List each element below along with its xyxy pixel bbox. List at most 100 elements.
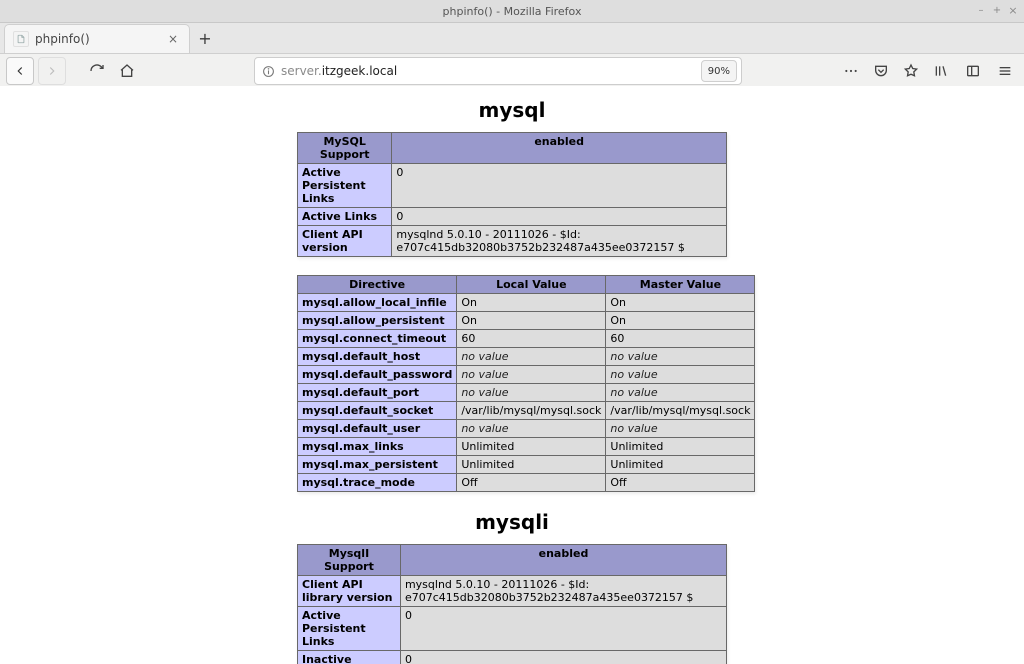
table-row: mysql.default_userno valueno value xyxy=(298,420,755,438)
bookmark-star-button[interactable] xyxy=(898,58,924,84)
table-cell-value: mysqlnd 5.0.10 - 20111026 - $Id: e707c41… xyxy=(400,576,726,607)
table-cell-value: mysqlnd 5.0.10 - 20111026 - $Id: e707c41… xyxy=(392,226,727,257)
table-cell-key: Active Links xyxy=(298,208,392,226)
table-cell-key: Active Persistent Links xyxy=(298,164,392,208)
table-cell-directive: mysql.default_port xyxy=(298,384,457,402)
table-row: mysql.default_hostno valueno value xyxy=(298,348,755,366)
table-header-enabled: enabled xyxy=(400,545,726,576)
table-row: mysql.allow_local_infileOnOn xyxy=(298,294,755,312)
table-cell-master: Unlimited xyxy=(606,438,755,456)
sidebars-button[interactable] xyxy=(960,58,986,84)
table-cell-local: no value xyxy=(457,420,606,438)
table-cell-master: no value xyxy=(606,348,755,366)
reload-button[interactable] xyxy=(84,58,110,84)
table-row: Client API versionmysqlnd 5.0.10 - 20111… xyxy=(298,226,727,257)
table-cell-value: 0 xyxy=(400,651,726,664)
table-row: Client API library versionmysqlnd 5.0.10… xyxy=(298,576,727,607)
table-cell-master: no value xyxy=(606,384,755,402)
table-row: Active Persistent Links0 xyxy=(298,607,727,651)
navigation-toolbar: server.itzgeek.local 90% xyxy=(0,54,1024,89)
zoom-indicator[interactable]: 90% xyxy=(701,60,737,82)
tab-bar: phpinfo() × + xyxy=(0,23,1024,54)
table-cell-master: Off xyxy=(606,474,755,492)
table-row: Active Links0 xyxy=(298,208,727,226)
url-host-prefix: server. xyxy=(281,64,322,78)
table-cell-local: On xyxy=(457,312,606,330)
table-cell-master: On xyxy=(606,312,755,330)
mysql-directives-body: mysql.allow_local_infileOnOnmysql.allow_… xyxy=(298,294,755,492)
table-cell-directive: mysql.max_links xyxy=(298,438,457,456)
table-cell-directive: mysql.default_password xyxy=(298,366,457,384)
url-host: itzgeek.local xyxy=(322,64,397,78)
table-cell-directive: mysql.max_persistent xyxy=(298,456,457,474)
mysqli-summary-body: Client API library versionmysqlnd 5.0.10… xyxy=(298,576,727,664)
table-row: mysql.max_linksUnlimitedUnlimited xyxy=(298,438,755,456)
table-cell-local: Unlimited xyxy=(457,438,606,456)
table-row: mysql.connect_timeout6060 xyxy=(298,330,755,348)
table-cell-master: Unlimited xyxy=(606,456,755,474)
tab-phpinfo[interactable]: phpinfo() × xyxy=(4,24,190,53)
new-tab-button[interactable]: + xyxy=(190,23,220,53)
table-cell-value: 0 xyxy=(392,164,727,208)
table-cell-key: Client API version xyxy=(298,226,392,257)
table-cell-local: Unlimited xyxy=(457,456,606,474)
table-cell-local: no value xyxy=(457,366,606,384)
table-cell-value: 0 xyxy=(400,607,726,651)
table-cell-local: On xyxy=(457,294,606,312)
table-cell-directive: mysql.default_user xyxy=(298,420,457,438)
table-cell-master: no value xyxy=(606,420,755,438)
close-icon[interactable]: × xyxy=(1008,6,1018,16)
table-header-mysqli-support: MysqlI Support xyxy=(298,545,401,576)
mysqli-summary-table: MysqlI Support enabled Client API librar… xyxy=(297,544,727,664)
table-row: mysql.trace_modeOffOff xyxy=(298,474,755,492)
file-icon xyxy=(13,31,29,47)
url-bar[interactable]: server.itzgeek.local 90% xyxy=(254,57,742,85)
home-button[interactable] xyxy=(114,58,140,84)
table-cell-master: /var/lib/mysql/mysql.sock xyxy=(606,402,755,420)
window-title: phpinfo() - Mozilla Firefox xyxy=(443,5,582,18)
forward-button[interactable] xyxy=(38,57,66,85)
page-content[interactable]: mysql MySQL Support enabled Active Persi… xyxy=(0,86,1024,664)
table-cell-master: On xyxy=(606,294,755,312)
tab-title: phpinfo() xyxy=(35,32,90,46)
back-button[interactable] xyxy=(6,57,34,85)
page-actions-button[interactable] xyxy=(838,58,864,84)
mysql-summary-body: Active Persistent Links0Active Links0Cli… xyxy=(298,164,727,257)
table-cell-key: Active Persistent Links xyxy=(298,607,401,651)
table-cell-local: /var/lib/mysql/mysql.sock xyxy=(457,402,606,420)
table-cell-local: Off xyxy=(457,474,606,492)
table-header-mysql-support: MySQL Support xyxy=(298,133,392,164)
minimize-icon[interactable]: – xyxy=(976,6,986,16)
mysql-heading: mysql xyxy=(297,98,727,122)
table-cell-local: no value xyxy=(457,384,606,402)
tab-close-icon[interactable]: × xyxy=(165,31,181,47)
mysql-summary-table: MySQL Support enabled Active Persistent … xyxy=(297,132,727,257)
table-row: Active Persistent Links0 xyxy=(298,164,727,208)
site-info-icon[interactable] xyxy=(259,62,277,80)
hamburger-menu-button[interactable] xyxy=(992,58,1018,84)
window-titlebar: phpinfo() - Mozilla Firefox – + × xyxy=(0,0,1024,23)
table-row: mysql.default_socket/var/lib/mysql/mysql… xyxy=(298,402,755,420)
table-cell-local: no value xyxy=(457,348,606,366)
mysql-directives-table: Directive Local Value Master Value mysql… xyxy=(297,275,755,492)
mysqli-heading: mysqli xyxy=(297,510,727,534)
table-row: mysql.allow_persistentOnOn xyxy=(298,312,755,330)
library-button[interactable] xyxy=(928,58,954,84)
table-cell-master: 60 xyxy=(606,330,755,348)
maximize-icon[interactable]: + xyxy=(992,6,1002,16)
table-cell-key: Client API library version xyxy=(298,576,401,607)
table-header-directive: Directive xyxy=(298,276,457,294)
table-cell-directive: mysql.trace_mode xyxy=(298,474,457,492)
table-cell-directive: mysql.default_host xyxy=(298,348,457,366)
table-cell-value: 0 xyxy=(392,208,727,226)
table-header-master-value: Master Value xyxy=(606,276,755,294)
table-cell-local: 60 xyxy=(457,330,606,348)
table-header-enabled: enabled xyxy=(392,133,727,164)
table-row: Inactive Persistent Links0 xyxy=(298,651,727,664)
table-row: mysql.default_passwordno valueno value xyxy=(298,366,755,384)
table-header-local-value: Local Value xyxy=(457,276,606,294)
table-cell-directive: mysql.default_socket xyxy=(298,402,457,420)
table-row: mysql.default_portno valueno value xyxy=(298,384,755,402)
table-cell-directive: mysql.connect_timeout xyxy=(298,330,457,348)
pocket-button[interactable] xyxy=(868,58,894,84)
